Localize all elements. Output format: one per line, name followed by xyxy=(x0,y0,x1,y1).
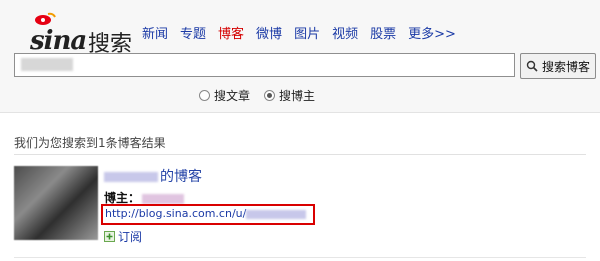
radio-icon xyxy=(199,90,210,101)
blogger-label: 博主： xyxy=(104,191,141,205)
result-count: 我们为您搜索到1条博客结果 xyxy=(14,136,166,150)
nav-blog[interactable]: 博客 xyxy=(218,23,244,42)
blog-url-link[interactable]: http://blog.sina.com.cn/u/ xyxy=(105,207,307,220)
nav-topics[interactable]: 专题 xyxy=(180,23,206,42)
redacted-blog-name xyxy=(104,172,158,182)
nav-weibo[interactable]: 微博 xyxy=(256,23,282,42)
logo-text: sina xyxy=(30,26,87,56)
radio-label: 搜博主 xyxy=(279,89,316,103)
search-icon xyxy=(526,60,538,72)
blog-url-prefix: http://blog.sina.com.cn/u/ xyxy=(105,207,247,220)
nav-images[interactable]: 图片 xyxy=(294,23,320,42)
search-blog-button[interactable]: 搜索博客 xyxy=(520,53,596,79)
search-input[interactable] xyxy=(14,53,515,77)
nav-stocks[interactable]: 股票 xyxy=(370,23,396,42)
subscribe-icon xyxy=(104,231,115,242)
nav-more[interactable]: 更多>> xyxy=(408,23,456,42)
search-button-label: 搜索博客 xyxy=(541,59,590,74)
blog-title-link[interactable]: 的博客 xyxy=(104,166,202,186)
search-value-redacted xyxy=(21,58,73,71)
subscribe-link[interactable]: 订阅 xyxy=(104,228,142,245)
top-nav: 新闻 专题 博客 微博 图片 视频 股票 更多>> xyxy=(142,23,456,42)
redacted-blogger-name xyxy=(142,193,185,204)
blog-title-suffix: 的博客 xyxy=(160,169,202,185)
sina-logo[interactable]: sina 搜索 xyxy=(12,8,137,57)
bottom-divider xyxy=(14,257,586,258)
redacted-url-id xyxy=(246,209,307,219)
radio-search-articles[interactable]: 搜文章 xyxy=(199,87,250,104)
blog-avatar-image[interactable] xyxy=(14,166,98,240)
search-type-radios: 搜文章 搜博主 xyxy=(199,87,315,104)
subscribe-label: 订阅 xyxy=(118,230,143,244)
header: sina 搜索 新闻 专题 博客 微博 图片 视频 股票 更多>> 搜索博客 搜… xyxy=(0,0,600,113)
sina-eye-icon xyxy=(35,12,56,25)
radio-search-bloggers[interactable]: 搜博主 xyxy=(264,87,315,104)
radio-label: 搜文章 xyxy=(214,89,251,103)
nav-video[interactable]: 视频 xyxy=(332,23,358,42)
radio-checked-icon xyxy=(264,90,276,101)
nav-news[interactable]: 新闻 xyxy=(142,23,168,42)
divider xyxy=(14,154,586,155)
